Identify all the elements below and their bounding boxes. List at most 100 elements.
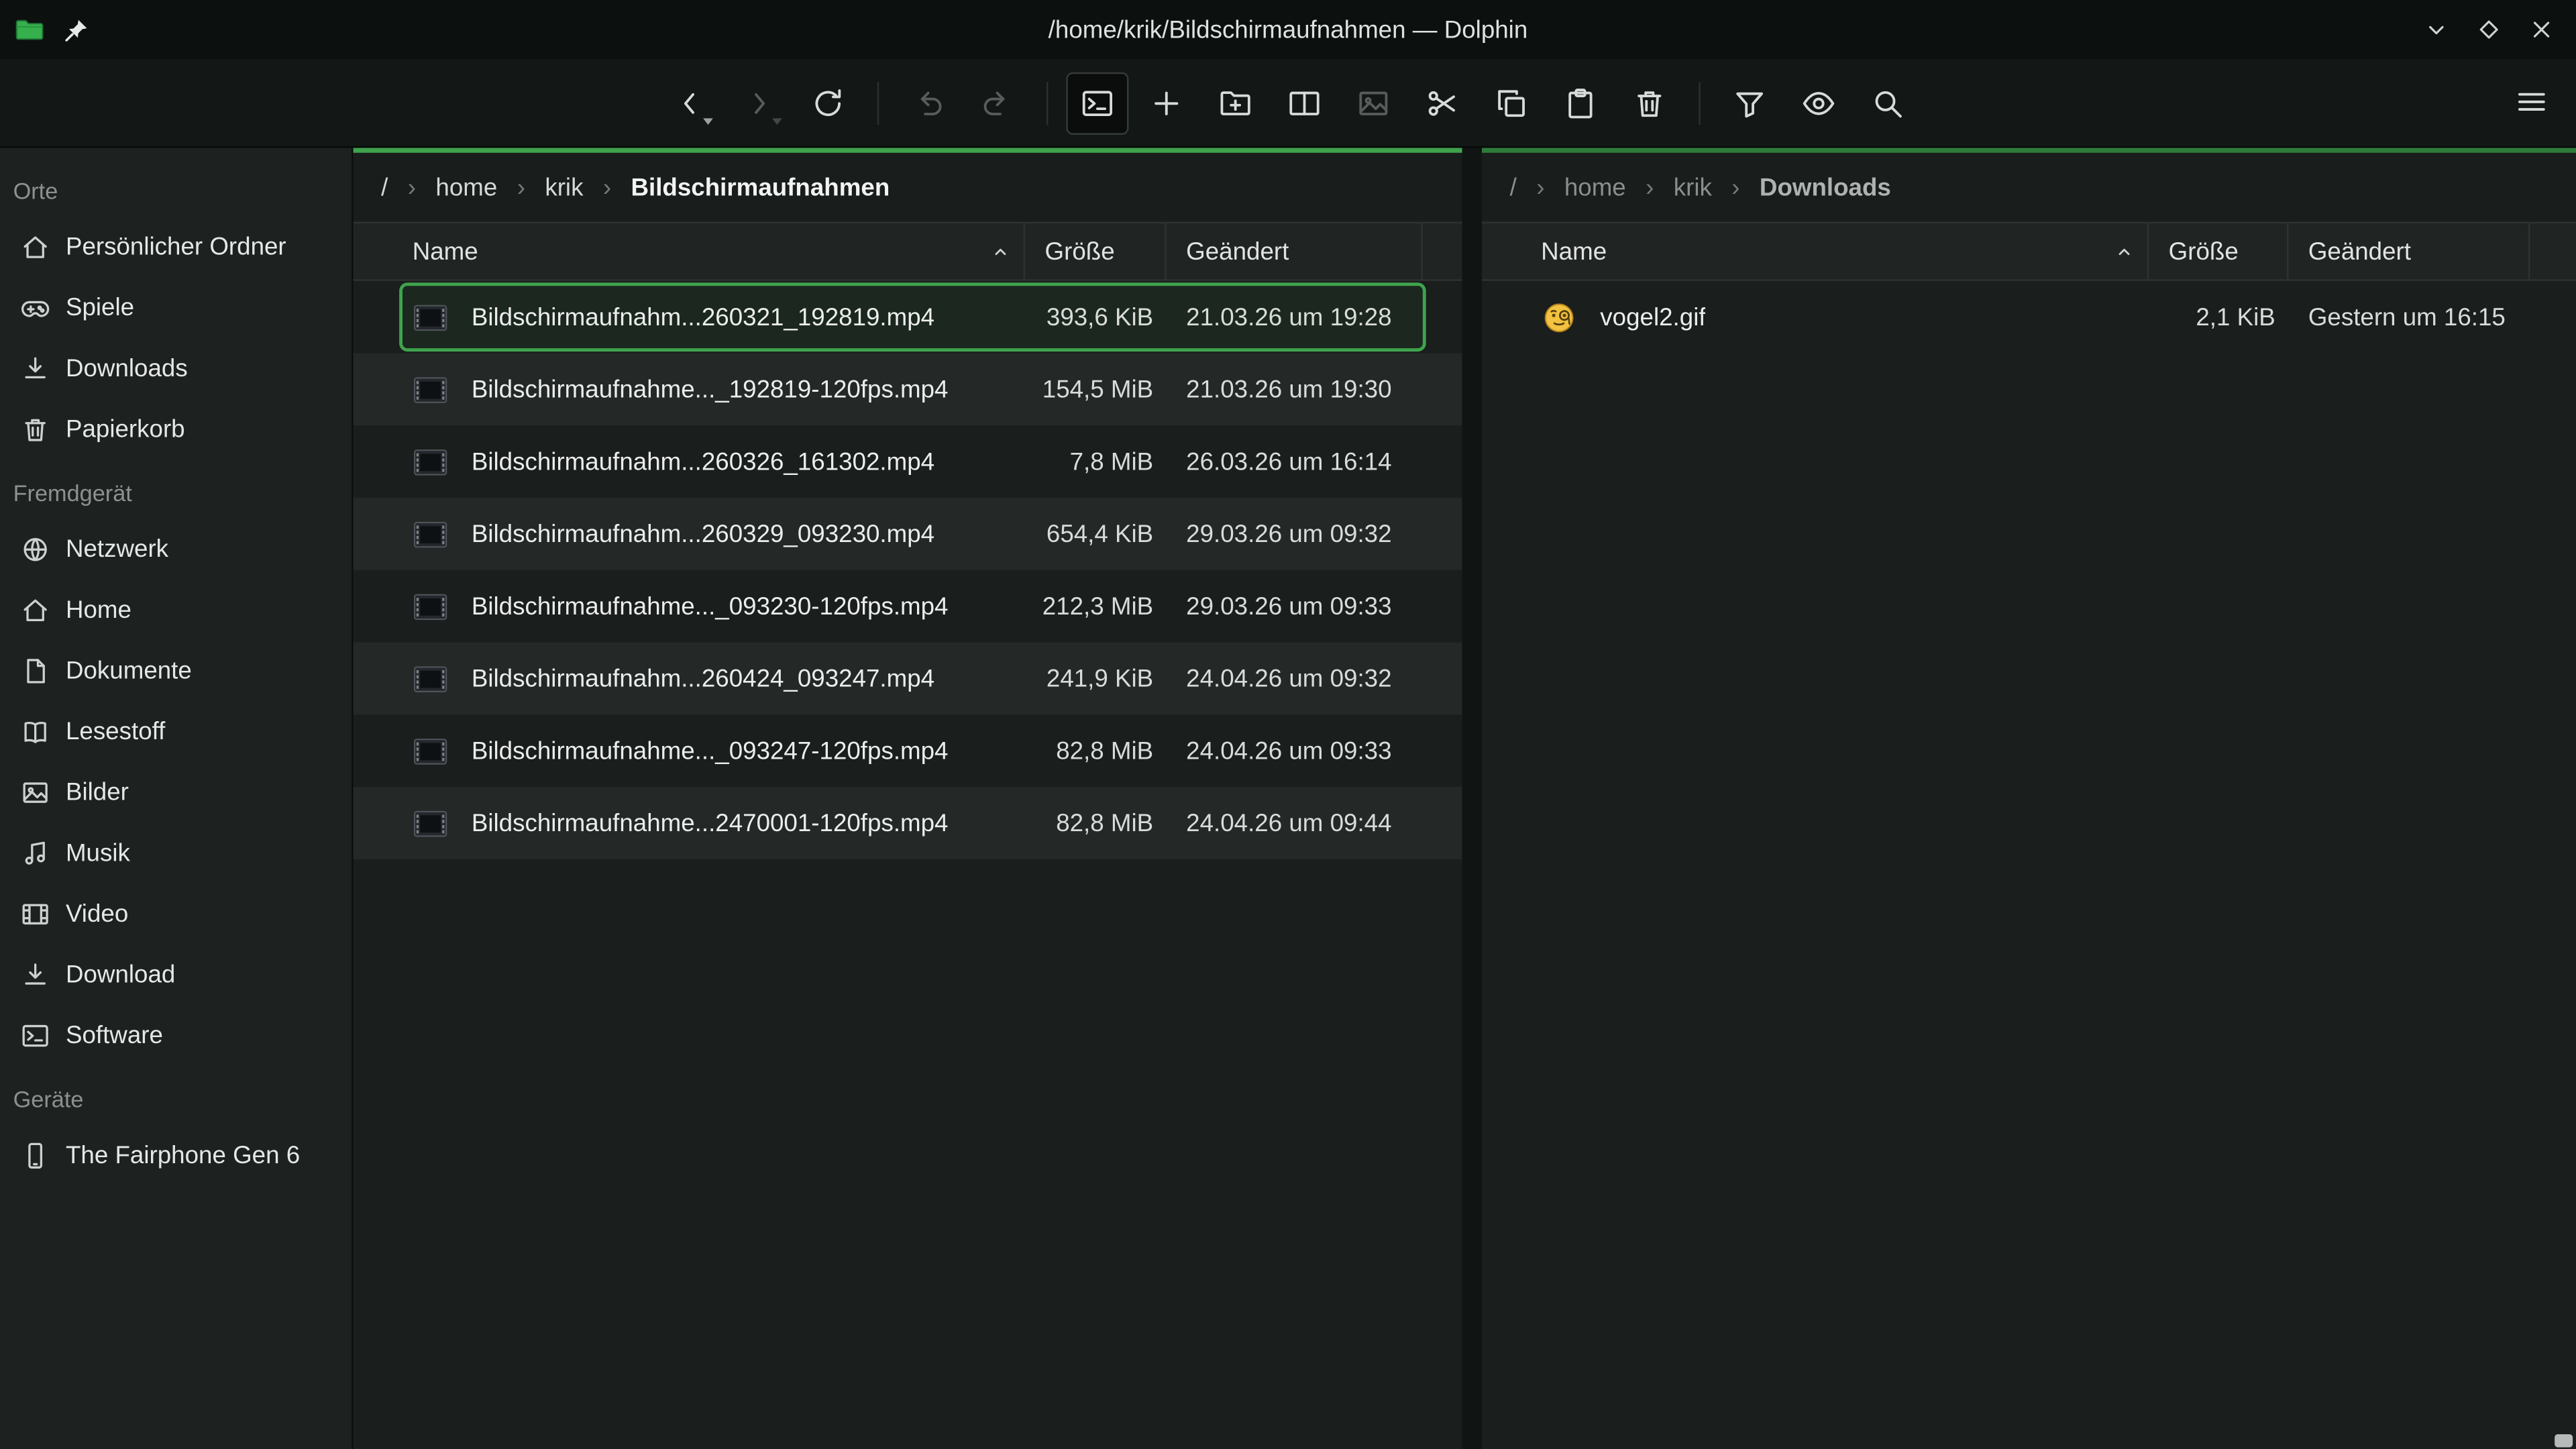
copy-button[interactable]	[1479, 72, 1542, 134]
new-button[interactable]	[1134, 72, 1197, 134]
column-label: Größe	[2169, 237, 2239, 266]
titlebar[interactable]: /home/krik/Bildschirmaufnahmen — Dolphin	[0, 0, 2576, 59]
reload-button[interactable]	[796, 72, 859, 134]
file-size: 7,8 MiB	[1025, 447, 1167, 476]
column-header-name[interactable]: Name	[1482, 223, 2149, 279]
redo-icon	[978, 85, 1014, 121]
search-button[interactable]	[1856, 72, 1918, 134]
breadcrumb-separator-icon: ›	[603, 173, 611, 201]
undo-button[interactable]	[896, 72, 959, 134]
file-row[interactable]: Bildschirmaufnahme...2470001-120fps.mp48…	[354, 787, 1462, 859]
breadcrumb-item-home[interactable]: home	[1560, 170, 1631, 204]
download-icon	[19, 354, 51, 385]
video-file-icon	[409, 733, 452, 767]
column-label: Größe	[1045, 237, 1115, 266]
breadcrumb-item-krik[interactable]: krik	[1668, 170, 1717, 204]
sidebar-item-spiele[interactable]: Spiele	[0, 278, 352, 339]
sidebar-item-bilder[interactable]: Bilder	[0, 762, 352, 823]
sidebar-item-persönlicher-ordner[interactable]: Persönlicher Ordner	[0, 217, 352, 278]
trash-icon	[19, 414, 51, 445]
file-name-cell: Bildschirmaufnahm...260321_192819.mp4	[354, 300, 1026, 334]
terminal-icon	[19, 1020, 51, 1052]
file-row[interactable]: Bildschirmaufnahm...260326_161302.mp47,8…	[354, 425, 1462, 498]
file-row[interactable]: vogel2.gif2,1 KiBGestern um 16:15	[1482, 281, 2576, 354]
maximize-button[interactable]	[2467, 8, 2510, 51]
column-headers: Name Größe Geändert	[354, 222, 1462, 281]
column-header-size[interactable]: Größe	[2149, 223, 2288, 279]
column-header-size[interactable]: Größe	[1025, 223, 1167, 279]
panel-splitter[interactable]	[1462, 148, 1482, 1449]
sidebar-item-musik[interactable]: Musik	[0, 823, 352, 884]
column-header-name[interactable]: Name	[354, 223, 1026, 279]
sidebar-item-the-fairphone-gen-6[interactable]: The Fairphone Gen 6	[0, 1126, 352, 1187]
gamepad-icon	[19, 292, 51, 324]
close-button[interactable]	[2520, 8, 2563, 51]
video-file-icon	[409, 444, 452, 478]
image-icon	[19, 777, 51, 808]
video-file-icon	[409, 806, 452, 840]
back-button[interactable]	[658, 72, 720, 134]
pin-icon[interactable]	[62, 15, 91, 44]
file-size: 2,1 KiB	[2149, 303, 2288, 331]
forward-button[interactable]	[727, 72, 790, 134]
open-terminal-button[interactable]	[1065, 72, 1128, 134]
column-header-modified[interactable]: Geändert	[2288, 223, 2530, 279]
cut-button[interactable]	[1410, 72, 1472, 134]
breadcrumb-item-[interactable]: /	[1505, 170, 1521, 204]
phone-icon	[19, 1140, 51, 1172]
minimize-button[interactable]	[2415, 8, 2458, 51]
file-modified: 24.04.26 um 09:32	[1167, 665, 1423, 693]
file-modified: 24.04.26 um 09:33	[1167, 737, 1423, 765]
sidebar-item-lesestoff[interactable]: Lesestoff	[0, 702, 352, 763]
file-row[interactable]: Bildschirmaufnahme..._192819-120fps.mp41…	[354, 354, 1462, 426]
sidebar-item-netzwerk[interactable]: Netzwerk	[0, 519, 352, 580]
file-row[interactable]: Bildschirmaufnahme..._093247-120fps.mp48…	[354, 714, 1462, 787]
breadcrumb-item-bildschirmaufnahmen[interactable]: Bildschirmaufnahmen	[626, 170, 894, 204]
delete-button[interactable]	[1617, 72, 1680, 134]
hamburger-menu-button[interactable]	[2500, 70, 2563, 133]
breadcrumb-item-[interactable]: /	[376, 170, 393, 204]
preview-button[interactable]	[1786, 72, 1849, 134]
file-name: Bildschirmaufnahm...260329_093230.mp4	[472, 520, 934, 548]
sidebar-section-fremdgerät: FremdgerätNetzwerkHomeDokumenteLesestoff…	[0, 467, 352, 1067]
file-list: Bildschirmaufnahm...260321_192819.mp4393…	[354, 281, 1462, 859]
sidebar-item-dokumente[interactable]: Dokumente	[0, 641, 352, 702]
sidebar-item-papierkorb[interactable]: Papierkorb	[0, 399, 352, 460]
file-row[interactable]: Bildschirmaufnahm...260424_093247.mp4241…	[354, 643, 1462, 715]
sidebar-item-home[interactable]: Home	[0, 580, 352, 641]
file-name-cell: Bildschirmaufnahme..._093230-120fps.mp4	[354, 589, 1026, 623]
sidebar-item-software[interactable]: Software	[0, 1006, 352, 1067]
breadcrumb-item-krik[interactable]: krik	[540, 170, 588, 204]
file-size: 393,6 KiB	[1025, 303, 1167, 331]
sidebar-item-download[interactable]: Download	[0, 945, 352, 1006]
main-area: OrtePersönlicher OrdnerSpieleDownloadsPa…	[0, 148, 2576, 1449]
sidebar-item-video[interactable]: Video	[0, 884, 352, 945]
sidebar-item-label: Dokumente	[66, 657, 192, 686]
redo-button[interactable]	[965, 72, 1028, 134]
sidebar-section-orte: OrtePersönlicher OrdnerSpieleDownloadsPa…	[0, 164, 352, 460]
scissors-icon	[1424, 85, 1460, 121]
file-size: 241,9 KiB	[1025, 665, 1167, 693]
split-icon	[1285, 85, 1322, 121]
sidebar-item-downloads[interactable]: Downloads	[0, 338, 352, 399]
file-size: 154,5 MiB	[1025, 376, 1167, 404]
breadcrumb-item-home[interactable]: home	[431, 170, 502, 204]
file-row[interactable]: Bildschirmaufnahme..._093230-120fps.mp42…	[354, 570, 1462, 643]
film-icon	[19, 899, 51, 930]
new-folder-button[interactable]	[1203, 72, 1266, 134]
annotate-button[interactable]	[1342, 72, 1404, 134]
column-label: Geändert	[2308, 237, 2411, 266]
paste-button[interactable]	[1548, 72, 1611, 134]
sidebar-section-geräte: GeräteThe Fairphone Gen 6	[0, 1073, 352, 1186]
file-row[interactable]: Bildschirmaufnahm...260321_192819.mp4393…	[354, 281, 1462, 354]
file-size: 212,3 MiB	[1025, 592, 1167, 621]
scrollbar-corner-grip[interactable]	[2555, 1434, 2573, 1448]
filter-button[interactable]	[1717, 72, 1780, 134]
file-modified: 26.03.26 um 16:14	[1167, 447, 1423, 476]
file-row[interactable]: Bildschirmaufnahm...260329_093230.mp4654…	[354, 498, 1462, 570]
refresh-icon	[809, 85, 845, 121]
split-view-button[interactable]	[1273, 72, 1335, 134]
breadcrumb-item-downloads[interactable]: Downloads	[1755, 170, 1896, 204]
video-file-icon	[409, 661, 452, 696]
column-header-modified[interactable]: Geändert	[1167, 223, 1423, 279]
